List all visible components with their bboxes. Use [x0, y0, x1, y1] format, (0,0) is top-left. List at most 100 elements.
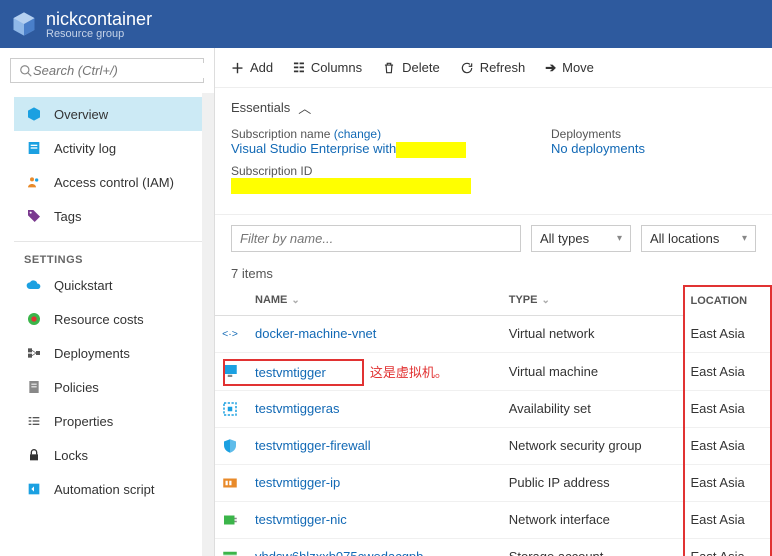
resource-name[interactable]: docker-machine-vnet [249, 315, 503, 352]
nav-label: Overview [54, 107, 108, 122]
lock-icon [24, 447, 44, 463]
essentials-panel: Essentials ︿ Subscription name (change) … [215, 88, 772, 215]
cost-icon [24, 311, 44, 327]
table-row[interactable]: testvmtigger这是虚拟机。Virtual machineEast As… [215, 352, 771, 390]
resource-location: East Asia [684, 390, 772, 427]
col-type[interactable]: TYPE⌄ [503, 286, 684, 315]
chevron-down-icon: ▾ [617, 233, 622, 244]
move-button[interactable]: ➔Move [545, 60, 594, 76]
nav-label: Policies [54, 380, 99, 395]
plus-icon: ＋ [231, 58, 244, 77]
cloud-icon [24, 277, 44, 293]
chevron-down-icon: ⌄ [541, 295, 549, 306]
resource-type: Network interface [503, 501, 684, 538]
resource-name[interactable]: testvmtigger这是虚拟机。 [249, 352, 503, 390]
blade-header: nickcontainer Resource group [0, 0, 772, 48]
chevron-up-icon: ︿ [298, 98, 311, 117]
vnet-icon: <·> [221, 325, 239, 343]
table-row[interactable]: testvmtigger-firewallNetwork security gr… [215, 427, 771, 464]
essentials-toggle[interactable]: Essentials ︿ [231, 98, 756, 117]
doc-icon [24, 379, 44, 395]
resource-type: Virtual network [503, 315, 684, 352]
resource-location: East Asia [684, 352, 772, 390]
props-icon [24, 413, 44, 429]
table-row[interactable]: vhdsw6hlzxxb075cwedacgpbStorage accountE… [215, 538, 771, 556]
item-count: 7 items [215, 262, 772, 285]
col-name[interactable]: NAME⌄ [249, 286, 503, 315]
sidebar-item-automation-script[interactable]: Automation script [14, 472, 214, 506]
sidebar-item-resource-costs[interactable]: Resource costs [14, 302, 214, 336]
sidebar-item-properties[interactable]: Properties [14, 404, 214, 438]
main-pane: ＋Add ☷Columns Delete Refresh ➔Move Essen… [215, 48, 772, 556]
avset-icon [221, 400, 239, 418]
chevron-down-icon: ⌄ [291, 295, 299, 306]
resource-name[interactable]: testvmtigger-firewall [249, 427, 503, 464]
nav-label: Automation script [54, 482, 154, 497]
filter-types-select[interactable]: All types▾ [531, 225, 631, 252]
resource-name[interactable]: testvmtigger-ip [249, 464, 503, 501]
resource-name[interactable]: testvmtiggeras [249, 390, 503, 427]
filter-name-input[interactable] [231, 225, 521, 252]
resource-type: Storage account [503, 538, 684, 556]
sidebar-item-quickstart[interactable]: Quickstart [14, 268, 214, 302]
nav-label: Properties [54, 414, 113, 429]
resource-name[interactable]: testvmtigger-nic [249, 501, 503, 538]
search-input-wrapper[interactable] [10, 58, 204, 83]
deploy-icon [24, 345, 44, 361]
columns-icon: ☷ [293, 60, 305, 76]
columns-button[interactable]: ☷Columns [293, 60, 362, 76]
resource-location: East Asia [684, 501, 772, 538]
resource-location: East Asia [684, 315, 772, 352]
sidebar-item-policies[interactable]: Policies [14, 370, 214, 404]
subscription-name-value[interactable]: Visual Studio Enterprise with [231, 141, 471, 158]
settings-heading: SETTINGS [14, 248, 214, 268]
add-button[interactable]: ＋Add [231, 58, 273, 77]
table-row[interactable]: testvmtigger-nicNetwork interfaceEast As… [215, 501, 771, 538]
nav-label: Quickstart [54, 278, 113, 293]
blade-title: nickcontainer [46, 9, 152, 30]
sidebar-item-locks[interactable]: Locks [14, 438, 214, 472]
nav-label: Tags [54, 209, 81, 224]
subscription-id-value [231, 178, 471, 195]
resource-name[interactable]: vhdsw6hlzxxb075cwedacgpb [249, 538, 503, 556]
table-row[interactable]: <·> docker-machine-vnetVirtual networkEas… [215, 315, 771, 352]
chevron-down-icon: ▾ [742, 233, 747, 244]
arrow-right-icon: ➔ [545, 60, 556, 76]
resource-location: East Asia [684, 427, 772, 464]
log-icon [24, 140, 44, 156]
resource-location: East Asia [684, 464, 772, 501]
tag-icon [24, 208, 44, 224]
search-input[interactable] [33, 63, 211, 78]
table-row[interactable]: testvmtigger-ipPublic IP addressEast Asi… [215, 464, 771, 501]
deployments-link[interactable]: No deployments [551, 141, 645, 156]
sidebar-item-deployments[interactable]: Deployments [14, 336, 214, 370]
filter-locations-select[interactable]: All locations▾ [641, 225, 756, 252]
table-row[interactable]: testvmtiggerasAvailability setEast Asia [215, 390, 771, 427]
sidebar: Overview Activity log Access control (IAM)… [0, 48, 215, 556]
delete-button[interactable]: Delete [382, 60, 440, 75]
nsg-icon [221, 437, 239, 455]
refresh-icon [460, 61, 474, 75]
scrollbar[interactable] [202, 93, 214, 556]
sidebar-item-activity-log[interactable]: Activity log [14, 131, 214, 165]
change-subscription-link[interactable]: (change) [334, 127, 381, 141]
nav-label: Activity log [54, 141, 116, 156]
sidebar-item-tags[interactable]: Tags [14, 199, 214, 233]
svg-text:<·>: <·> [222, 328, 238, 340]
people-icon [24, 174, 44, 190]
resource-type: Network security group [503, 427, 684, 464]
cube-icon [10, 10, 38, 38]
ip-icon [221, 474, 239, 492]
sidebar-item-access-control-iam-[interactable]: Access control (IAM) [14, 165, 214, 199]
refresh-button[interactable]: Refresh [460, 60, 526, 75]
col-location[interactable]: LOCATION [684, 286, 772, 315]
script-icon [24, 481, 44, 497]
trash-icon [382, 61, 396, 75]
storage-icon [221, 548, 239, 556]
cube-icon [24, 106, 44, 122]
search-icon [19, 64, 33, 78]
resource-type: Virtual machine [503, 352, 684, 390]
nav-label: Locks [54, 448, 88, 463]
sidebar-item-overview[interactable]: Overview [14, 97, 214, 131]
nav-label: Access control (IAM) [54, 175, 174, 190]
